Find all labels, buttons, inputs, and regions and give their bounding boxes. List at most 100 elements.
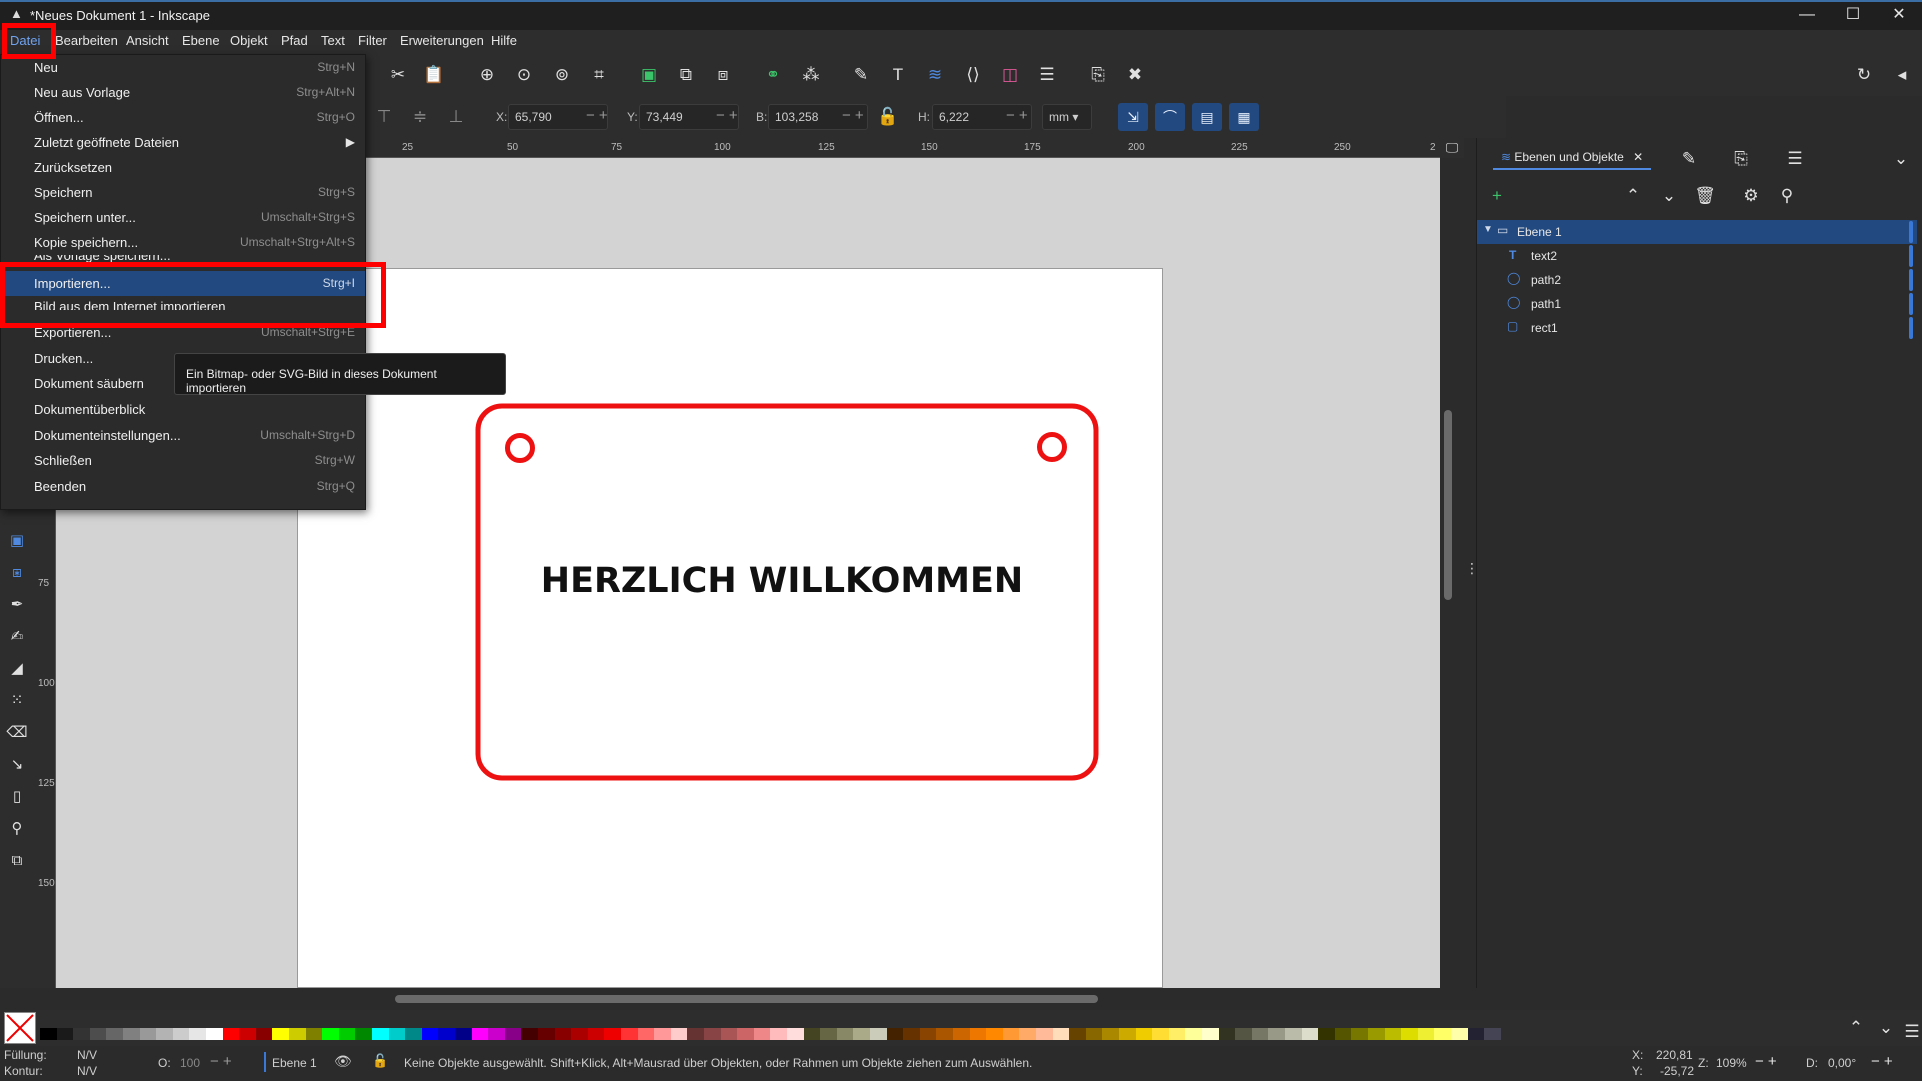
color-swatch[interactable] <box>89 1028 107 1040</box>
color-swatch[interactable] <box>1085 1028 1103 1040</box>
color-swatch[interactable] <box>438 1028 455 1040</box>
object-row[interactable]: T text2 <box>1477 244 1917 268</box>
vertical-scrollbar[interactable] <box>1444 410 1452 600</box>
color-swatch[interactable] <box>405 1028 422 1040</box>
color-swatch[interactable] <box>538 1028 555 1040</box>
color-swatch[interactable] <box>1119 1028 1136 1040</box>
document-properties-icon[interactable]: ⎘ <box>1086 63 1110 87</box>
color-swatch[interactable] <box>521 1028 538 1040</box>
color-swatch[interactable] <box>255 1028 273 1040</box>
ungroup-icon[interactable]: ⁂ <box>799 63 823 87</box>
tab-align-icon[interactable]: ☰ <box>1783 147 1807 171</box>
color-swatch[interactable] <box>853 1028 870 1040</box>
color-swatch[interactable] <box>40 1028 57 1040</box>
visibility-eye-icon[interactable]: 👁 <box>334 1053 352 1070</box>
color-swatch[interactable] <box>1235 1028 1252 1040</box>
menu-ebene[interactable]: Ebene <box>182 33 220 48</box>
color-swatch[interactable] <box>322 1028 339 1040</box>
add-layer-icon[interactable]: + <box>1485 184 1509 208</box>
palette-scroll-down-icon[interactable]: ⌄ <box>1874 1016 1898 1040</box>
menu-ansicht[interactable]: Ansicht <box>126 33 169 48</box>
color-swatch[interactable] <box>1069 1028 1086 1040</box>
scale-stroke-button[interactable]: ⇲ <box>1118 103 1148 131</box>
color-swatch[interactable] <box>1401 1028 1418 1040</box>
color-swatch[interactable] <box>206 1028 223 1040</box>
color-swatch[interactable] <box>421 1028 439 1040</box>
zoom-page-icon[interactable]: ⊚ <box>550 63 574 87</box>
color-swatch[interactable] <box>355 1028 372 1040</box>
color-swatch[interactable] <box>870 1028 887 1040</box>
menu-hilfe[interactable]: Hilfe <box>491 33 517 48</box>
fill-stroke-icon[interactable]: ✎ <box>849 63 873 87</box>
path2[interactable] <box>1037 432 1067 462</box>
menu-text[interactable]: Text <box>321 33 345 48</box>
tab-fill-stroke-icon[interactable]: ✎ <box>1677 147 1701 171</box>
text2[interactable]: HERZLICH WILLKOMMEN <box>541 561 1023 601</box>
group-icon[interactable]: ⚭ <box>761 63 785 87</box>
color-swatch[interactable] <box>172 1028 190 1040</box>
menu-item-new-from-template[interactable]: Neu aus Vorlage Strg+Alt+N <box>1 80 365 105</box>
color-swatch[interactable] <box>886 1028 904 1040</box>
menu-pfad[interactable]: Pfad <box>281 33 308 48</box>
color-swatch[interactable] <box>289 1028 306 1040</box>
expand-chevron-icon[interactable]: ▼ <box>1483 224 1493 235</box>
color-swatch[interactable] <box>936 1028 953 1040</box>
color-swatch[interactable] <box>1301 1028 1319 1040</box>
x-stepper[interactable]: − + <box>586 107 608 124</box>
symbols-icon[interactable]: ◫ <box>998 63 1022 87</box>
color-swatch[interactable] <box>239 1028 256 1040</box>
connector-tool-icon[interactable]: ↘ <box>6 754 28 776</box>
color-swatch[interactable] <box>1168 1028 1186 1040</box>
close-tab-icon[interactable]: ✕ <box>1633 150 1643 164</box>
opacity-stepper[interactable]: − + <box>210 1053 232 1070</box>
color-swatch[interactable] <box>1202 1028 1219 1040</box>
panel-menu-chevron-icon[interactable]: ⌄ <box>1889 147 1913 171</box>
preferences-icon[interactable]: ✖ <box>1123 63 1147 87</box>
close-button[interactable]: ✕ <box>1876 2 1922 30</box>
color-swatch[interactable] <box>1036 1028 1053 1040</box>
color-swatch[interactable] <box>787 1028 804 1040</box>
color-swatch[interactable] <box>953 1028 970 1040</box>
object-row[interactable]: ▢ rect1 <box>1477 316 1917 340</box>
menu-item-save-copy[interactable]: Kopie speichern... Umschalt+Strg+Alt+S <box>1 230 365 255</box>
object-row[interactable]: ◯ path2 <box>1477 268 1917 292</box>
move-up-icon[interactable]: ⌃ <box>1621 184 1645 208</box>
display-mode-icon[interactable]: 🖵 <box>1440 138 1464 158</box>
move-gradients-button[interactable]: ▤ <box>1192 103 1222 131</box>
color-swatch[interactable] <box>189 1028 206 1040</box>
calligraphy-tool-icon[interactable]: ✍ <box>6 626 28 648</box>
text-font-icon[interactable]: T <box>886 63 910 87</box>
raise-top-icon[interactable]: ⊤ <box>372 105 396 129</box>
color-swatch[interactable] <box>1467 1028 1485 1040</box>
color-swatch[interactable] <box>1102 1028 1119 1040</box>
horizontal-scrollbar[interactable] <box>395 995 1098 1003</box>
color-swatch[interactable] <box>1451 1028 1468 1040</box>
duplicate-icon[interactable]: ▣ <box>637 63 661 87</box>
color-swatch[interactable] <box>1417 1028 1435 1040</box>
maximize-button[interactable]: ☐ <box>1830 2 1876 30</box>
menu-filter[interactable]: Filter <box>358 33 387 48</box>
raise-icon[interactable]: ≑ <box>408 105 432 129</box>
menu-item-document-properties[interactable]: Dokumenteinstellungen... Umschalt+Strg+D <box>1 423 365 448</box>
menu-item-document-overview[interactable]: Dokumentüberblick <box>1 397 365 422</box>
layer-lock-icon[interactable]: 🔓 <box>372 1053 388 1069</box>
palette-menu-icon[interactable]: ☰ <box>1900 1020 1922 1044</box>
menu-bearbeiten[interactable]: Bearbeiten <box>55 33 118 48</box>
layer-row[interactable]: ▼ ▭ Ebene 1 <box>1477 220 1917 244</box>
align-distribute-icon[interactable]: ☰ <box>1035 63 1059 87</box>
fill-value[interactable]: N/V <box>77 1048 97 1062</box>
paint-bucket-tool-icon[interactable]: ◢ <box>6 658 28 680</box>
unlink-clone-icon[interactable]: ⧈ <box>711 63 735 87</box>
color-swatch[interactable] <box>1002 1028 1020 1040</box>
color-swatch[interactable] <box>637 1028 655 1040</box>
color-swatch[interactable] <box>338 1028 356 1040</box>
color-swatch[interactable] <box>1384 1028 1402 1040</box>
eraser-tool-icon[interactable]: ⌫ <box>6 722 28 744</box>
menu-item-quit[interactable]: Beenden Strg+Q <box>1 474 365 499</box>
minimize-button[interactable]: — <box>1784 2 1830 30</box>
move-patterns-button[interactable]: ▦ <box>1229 103 1259 131</box>
color-swatch[interactable] <box>803 1028 821 1040</box>
menu-objekt[interactable]: Objekt <box>230 33 268 48</box>
search-icon[interactable]: ⚲ <box>1775 184 1799 208</box>
color-swatch[interactable] <box>1052 1028 1070 1040</box>
